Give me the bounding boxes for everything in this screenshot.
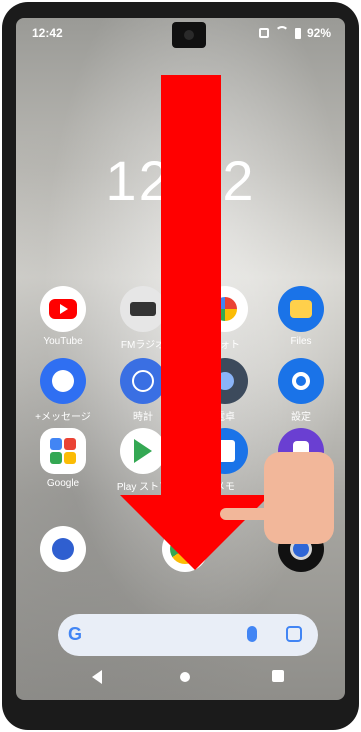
app-label: YouTube xyxy=(43,336,83,347)
play-store-icon xyxy=(120,428,166,474)
hand-gesture-icon xyxy=(220,434,338,552)
swipe-down-arrow-shaft xyxy=(161,75,221,515)
battery-icon xyxy=(294,27,301,39)
google-g-icon: G xyxy=(68,624,83,644)
status-right-icons: 92% xyxy=(258,26,331,40)
dock-phone[interactable] xyxy=(28,526,98,576)
app-settings[interactable]: 設定 xyxy=(266,358,336,423)
navigation-bar xyxy=(16,660,345,696)
plus-message-icon xyxy=(40,358,86,404)
battery-percent: 92% xyxy=(306,26,331,40)
clock-icon xyxy=(120,358,166,404)
settings-gear-icon xyxy=(278,358,324,404)
app-youtube[interactable]: YouTube xyxy=(28,286,98,347)
app-label: Google xyxy=(46,478,80,489)
app-label: Files xyxy=(290,336,312,347)
recents-icon[interactable] xyxy=(272,670,284,682)
hand-palm xyxy=(264,452,334,544)
app-label: +メッセージ xyxy=(35,412,91,423)
phone-dial-icon xyxy=(40,526,86,572)
google-search-bar[interactable]: G xyxy=(58,614,318,656)
status-bar: 12:42 92% xyxy=(16,18,345,46)
fm-radio-icon xyxy=(120,286,166,332)
google-folder-icon xyxy=(40,428,86,474)
wifi-icon xyxy=(275,28,289,38)
home-icon[interactable] xyxy=(180,672,190,682)
status-time: 12:42 xyxy=(32,26,63,40)
app-files[interactable]: Files xyxy=(266,286,336,347)
mic-icon[interactable] xyxy=(247,626,257,642)
lens-icon[interactable] xyxy=(286,626,302,642)
back-icon[interactable] xyxy=(92,670,102,684)
vibrate-icon xyxy=(258,28,269,38)
youtube-icon xyxy=(40,286,86,332)
app-label: 設定 xyxy=(291,412,311,423)
hand-finger xyxy=(220,508,292,520)
app-plus-message[interactable]: +メッセージ xyxy=(28,358,98,423)
files-icon xyxy=(278,286,324,332)
app-google-folder[interactable]: Google xyxy=(28,428,98,489)
